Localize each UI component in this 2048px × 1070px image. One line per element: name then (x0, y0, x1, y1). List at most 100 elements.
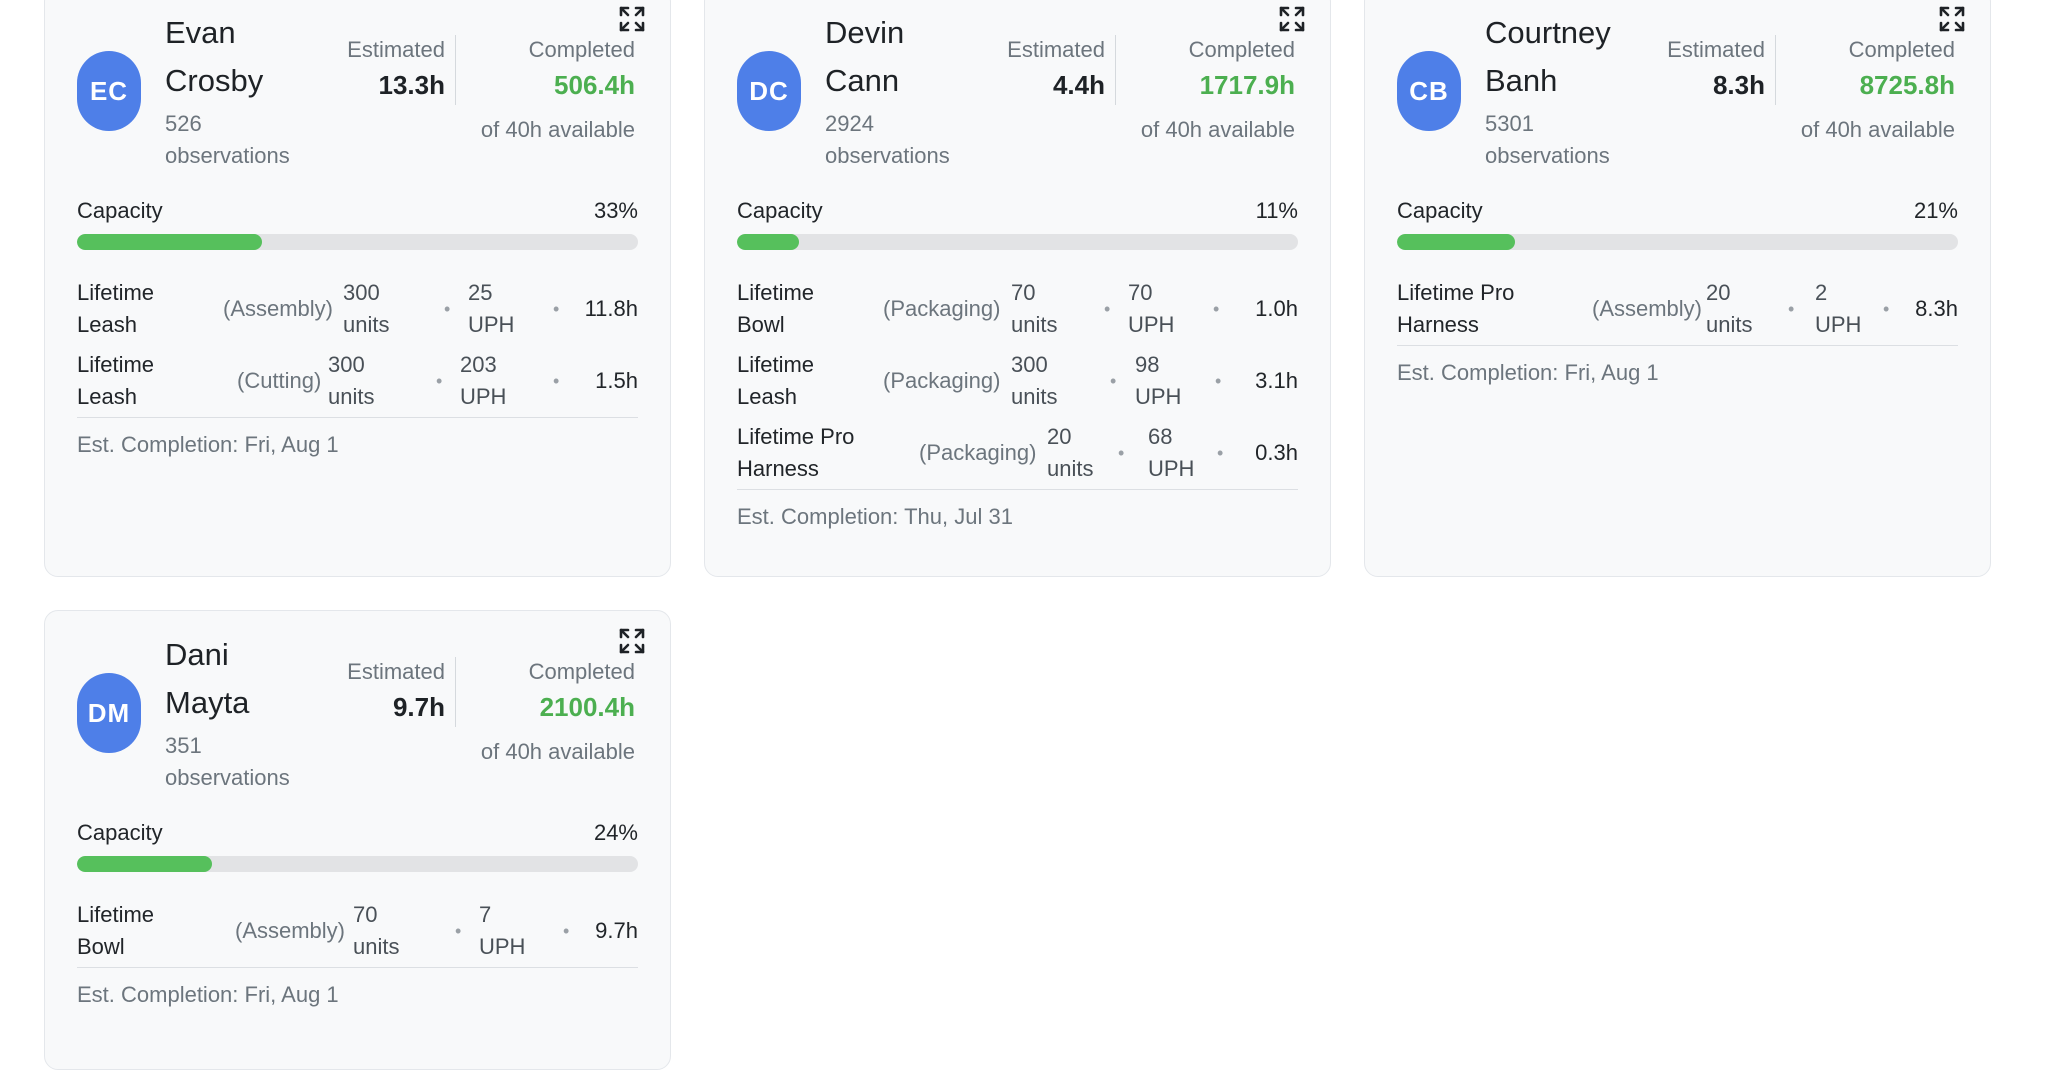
estimated-value: 13.3h (378, 70, 446, 100)
capacity-progress-bar (77, 856, 638, 872)
estimated-value: 8.3h (1712, 70, 1765, 100)
observations-word: observations (165, 143, 290, 168)
capacity-progress-bar (737, 234, 1298, 250)
task-units: 300 units (1011, 349, 1057, 413)
task-units-value: 300 (343, 280, 380, 305)
task-uph-word: UPH (460, 384, 507, 409)
available-hours: of 40h available (480, 739, 635, 764)
expand-icon[interactable] (618, 5, 646, 33)
task-category: (Packaging) (883, 368, 1001, 393)
task-name-line-1: Lifetime (737, 280, 815, 305)
task-units-value: 20 (1047, 424, 1072, 449)
task-name-line-2: Harness (1397, 312, 1479, 337)
completed-label: Completed (528, 37, 635, 62)
observations-word: observations (1485, 143, 1610, 168)
capacity-progress-fill (77, 234, 263, 250)
task-uph-word: UPH (1128, 312, 1175, 337)
estimated-stat: Estimated 4.4h (945, 35, 1105, 105)
capacity-percent: 24% (593, 820, 638, 845)
completed-stat: Completed 8725.8h (1795, 35, 1955, 105)
separator-dot: • (1118, 443, 1125, 463)
separator-dot: • (1110, 371, 1117, 391)
task-row: Lifetime Pro Harness (Assembly) 20 units… (1397, 273, 1958, 345)
task-list: Lifetime Leash (Assembly) 300 units • 25… (77, 273, 638, 460)
task-uph-value: 2 (1815, 280, 1828, 305)
avatar: DC (737, 51, 801, 131)
avatar: DM (77, 673, 141, 753)
estimated-stat: Estimated 13.3h (285, 35, 445, 105)
task-uph-value: 7 (479, 902, 492, 927)
capacity-progress-bar (77, 234, 638, 250)
capacity-label: Capacity (1397, 198, 1483, 223)
task-list: Lifetime Bowl (Assembly) 70 units • 7 UP… (77, 895, 638, 1010)
task-row: Lifetime Leash (Packaging) 300 units • 9… (737, 345, 1298, 417)
task-units-value: 300 (1011, 352, 1048, 377)
task-name: Lifetime Leash (77, 349, 154, 413)
task-category: (Assembly) (1592, 296, 1703, 321)
task-units: 70 units (1011, 277, 1057, 341)
task-uph-word: UPH (1148, 456, 1195, 481)
completed-value: 1717.9h (1199, 70, 1295, 100)
task-row: Lifetime Pro Harness (Packaging) 20 unit… (737, 417, 1298, 489)
task-list: Lifetime Bowl (Packaging) 70 units • 70 … (737, 273, 1298, 532)
task-category: (Cutting) (237, 368, 322, 393)
task-units-value: 300 (328, 352, 365, 377)
completion-divider (77, 417, 638, 418)
expand-icon[interactable] (1938, 5, 1966, 33)
expand-icon[interactable] (1278, 5, 1306, 33)
task-units-value: 20 (1706, 280, 1731, 305)
task-name-line-1: Lifetime Pro (737, 424, 855, 449)
estimated-completion: Est. Completion: Fri, Aug 1 (77, 432, 339, 457)
separator-dot: • (1883, 299, 1890, 319)
completed-stat: Completed 1717.9h (1135, 35, 1295, 105)
stat-divider (455, 657, 456, 727)
completion-divider (737, 489, 1298, 490)
avatar: CB (1397, 51, 1461, 131)
task-name: Lifetime Leash (737, 349, 814, 413)
capacity-percent: 21% (1913, 198, 1958, 223)
task-name-line-1: Lifetime (77, 280, 155, 305)
estimated-label: Estimated (347, 659, 445, 684)
task-category: (Assembly) (223, 296, 334, 321)
task-name: Lifetime Pro Harness (1397, 277, 1514, 341)
task-units-word: units (343, 312, 390, 337)
expand-icon[interactable] (618, 627, 646, 655)
team-member-card: DM Dani Mayta 351 observations Estimated… (44, 610, 671, 1070)
stat-divider (1775, 35, 1776, 105)
completed-value: 8725.8h (1859, 70, 1955, 100)
task-hours: 8.3h (1915, 296, 1958, 321)
task-name-line-1: Lifetime (77, 902, 155, 927)
separator-dot: • (1104, 299, 1111, 319)
task-uph: 68 UPH (1148, 421, 1194, 485)
separator-dot: • (455, 921, 462, 941)
task-row: Lifetime Bowl (Assembly) 70 units • 7 UP… (77, 895, 638, 967)
estimated-label: Estimated (347, 37, 445, 62)
estimated-value: 9.7h (392, 692, 445, 722)
task-units: 70 units (353, 899, 399, 963)
observations-count: 2924 observations (825, 108, 985, 172)
task-hours: 1.0h (1255, 296, 1298, 321)
task-name-line-2: Leash (737, 384, 797, 409)
task-uph-word: UPH (468, 312, 515, 337)
separator-dot: • (1788, 299, 1795, 319)
task-name-line-2: Leash (77, 384, 137, 409)
completed-label: Completed (528, 659, 635, 684)
separator-dot: • (444, 299, 451, 319)
task-hours: 3.1h (1255, 368, 1298, 393)
capacity-label: Capacity (737, 198, 823, 223)
completed-label: Completed (1848, 37, 1955, 62)
task-units-value: 70 (353, 902, 378, 927)
task-list: Lifetime Pro Harness (Assembly) 20 units… (1397, 273, 1958, 388)
task-name: Lifetime Leash (77, 277, 154, 341)
task-uph: 2 UPH (1815, 277, 1861, 341)
task-name-line-1: Lifetime (77, 352, 155, 377)
capacity-progress-bar (1397, 234, 1958, 250)
observations-number: 351 (165, 733, 202, 758)
observations-word: observations (165, 765, 290, 790)
task-uph-word: UPH (479, 934, 526, 959)
separator-dot: • (553, 371, 560, 391)
estimated-label: Estimated (1007, 37, 1105, 62)
task-name-line-2: Bowl (737, 312, 785, 337)
team-member-card: DC Devin Cann 2924 observations Estimate… (704, 0, 1331, 577)
avatar: EC (77, 51, 141, 131)
